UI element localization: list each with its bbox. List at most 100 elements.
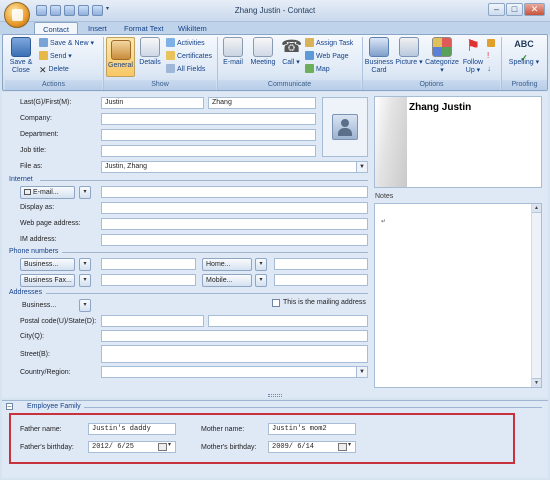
business-phone-button[interactable]: Business...: [20, 258, 75, 271]
internet-section-title: Internet: [9, 176, 33, 183]
details-button[interactable]: Details: [137, 37, 163, 67]
add-picture-icon: [332, 114, 358, 140]
file-as-label: File as:: [20, 163, 43, 170]
web-page-button[interactable]: Web Page: [305, 51, 349, 63]
general-button[interactable]: General: [106, 37, 135, 77]
send-icon: [39, 51, 48, 60]
postal-code-field[interactable]: [101, 315, 204, 327]
contact-photo[interactable]: [322, 97, 368, 157]
mother-name-field[interactable]: Justin's mom2: [268, 423, 356, 435]
date-dropdown-icon[interactable]: ▾: [168, 441, 171, 448]
meeting-icon: [253, 37, 273, 57]
business-fax-dropdown[interactable]: ▾: [79, 274, 91, 287]
mobile-phone-field[interactable]: [274, 274, 368, 286]
importance-high-icon[interactable]: !: [487, 52, 495, 60]
save-close-button[interactable]: Save & Close: [6, 37, 36, 75]
save-new-icon: [39, 38, 48, 47]
window-title: Zhang Justin - Contact: [234, 6, 316, 15]
business-phone-dropdown[interactable]: ▾: [79, 258, 91, 271]
delete-button[interactable]: ✕ Delete: [39, 64, 69, 76]
home-phone-dropdown[interactable]: ▾: [255, 258, 267, 271]
email-button[interactable]: E-mail: [220, 37, 246, 67]
business-fax-field[interactable]: [101, 274, 196, 286]
minimize-button[interactable]: –: [488, 3, 505, 16]
group-label-options: Options: [363, 80, 500, 90]
assign-task-button[interactable]: Assign Task: [305, 38, 353, 50]
business-fax-button[interactable]: Business Fax...: [20, 274, 75, 287]
card-name: Zhang Justin: [409, 102, 472, 113]
activities-button[interactable]: Activities: [166, 38, 205, 50]
all-fields-icon: [166, 64, 175, 73]
im-address-label: IM address:: [20, 236, 57, 243]
email-type-button[interactable]: E-mail...: [20, 186, 75, 199]
private-icon[interactable]: [487, 39, 495, 47]
department-field[interactable]: [101, 129, 316, 141]
importance-low-icon[interactable]: ↓: [487, 65, 495, 73]
employee-family-title: Employee Family: [27, 403, 81, 410]
business-card-icon: [369, 37, 389, 57]
certificates-button[interactable]: Certificates: [166, 51, 212, 63]
mobile-phone-button[interactable]: Mobile...: [202, 274, 252, 287]
notes-scrollbar[interactable]: ▲ ▼: [531, 204, 541, 387]
file-as-dropdown-icon[interactable]: ▼: [356, 162, 367, 172]
last-name-field[interactable]: Zhang: [208, 97, 316, 109]
date-dropdown-icon[interactable]: ▾: [348, 441, 351, 448]
card-graphic: [375, 97, 407, 187]
close-button[interactable]: ✕: [524, 3, 545, 16]
scroll-down-icon[interactable]: ▼: [532, 378, 541, 387]
certificates-icon: [166, 51, 175, 60]
spelling-button[interactable]: ABC ✓ Spelling ▾: [505, 37, 543, 67]
collapse-icon[interactable]: –: [6, 403, 13, 410]
splitter-grip[interactable]: [268, 394, 282, 397]
highlight-box: [9, 413, 515, 464]
mailing-address-label: This is the mailing address: [283, 299, 366, 306]
street-field[interactable]: [101, 345, 368, 363]
home-phone-field[interactable]: [274, 258, 368, 270]
state-field[interactable]: [208, 315, 368, 327]
father-birthday-label: Father's birthday:: [20, 444, 74, 451]
section-divider: [84, 407, 542, 408]
follow-up-button[interactable]: ⚑ Follow Up ▾: [461, 37, 485, 75]
im-address-field[interactable]: [101, 234, 368, 246]
general-icon: [110, 40, 131, 60]
file-as-combo[interactable]: Justin, Zhang: [101, 161, 368, 173]
call-button[interactable]: ☎ Call ▾: [280, 37, 302, 67]
calendar-icon[interactable]: [338, 443, 347, 451]
business-card-preview[interactable]: Zhang Justin: [374, 96, 542, 188]
display-as-field[interactable]: [101, 202, 368, 214]
save-new-button[interactable]: Save & New ▾: [39, 38, 94, 50]
home-phone-button[interactable]: Home...: [202, 258, 252, 271]
web-page-field[interactable]: [101, 218, 368, 230]
display-as-label: Display as:: [20, 204, 55, 211]
calendar-icon[interactable]: [158, 443, 167, 451]
map-button[interactable]: Map: [305, 64, 330, 76]
scroll-up-icon[interactable]: ▲: [532, 204, 541, 213]
send-button[interactable]: Send ▾: [39, 51, 72, 63]
business-phone-field[interactable]: [101, 258, 196, 270]
father-name-field[interactable]: Justin's daddy: [88, 423, 176, 435]
picture-button[interactable]: Picture ▾: [395, 37, 423, 67]
office-button[interactable]: [4, 2, 30, 28]
job-title-field[interactable]: [101, 145, 316, 157]
details-icon: [140, 37, 160, 57]
meeting-button[interactable]: Meeting: [248, 37, 278, 67]
all-fields-button[interactable]: All Fields: [166, 64, 205, 76]
email-type-dropdown[interactable]: ▾: [79, 186, 91, 199]
categorize-button[interactable]: Categorize ▾: [424, 37, 460, 75]
section-divider: [62, 252, 368, 253]
address-book-icon: [24, 189, 31, 195]
notes-field[interactable]: ↵ ▲ ▼: [374, 203, 542, 388]
city-field[interactable]: [101, 330, 368, 342]
maximize-button[interactable]: □: [506, 3, 523, 16]
email-field[interactable]: [101, 186, 368, 198]
mobile-phone-dropdown[interactable]: ▾: [255, 274, 267, 287]
first-name-field[interactable]: Justin: [101, 97, 204, 109]
country-dropdown-icon[interactable]: ▼: [356, 367, 367, 377]
country-combo[interactable]: [101, 366, 368, 378]
email-icon: [223, 37, 243, 57]
mother-birthday-label: Mother's birthday:: [201, 444, 257, 451]
address-type-dropdown[interactable]: ▾: [79, 299, 91, 312]
business-card-button[interactable]: Business Card: [364, 37, 394, 75]
company-field[interactable]: [101, 113, 316, 125]
mailing-address-checkbox[interactable]: [272, 299, 280, 307]
